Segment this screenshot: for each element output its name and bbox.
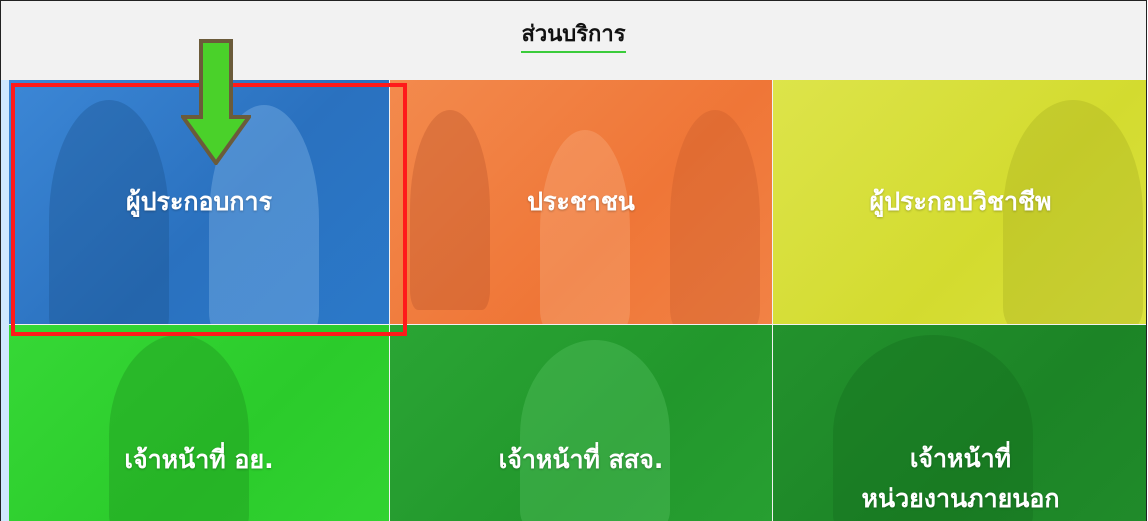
tile-provincial-health-officer-label: เจ้าหน้าที่ สสจ. [498, 444, 664, 474]
tile-public[interactable]: ประชาชน [390, 80, 772, 324]
tile-professional-label: ผู้ประกอบวิชาชีพ [869, 187, 1052, 216]
section-header: ส่วนบริการ [1, 1, 1146, 80]
tile-external-agency-officer-label: เจ้าหน้าที่ หน่วยงานภายนอก [862, 439, 1060, 519]
tile-entrepreneur[interactable]: ผู้ประกอบการ [9, 80, 389, 324]
section-title: ส่วนบริการ [521, 21, 626, 53]
tile-external-agency-officer-label-line1: เจ้าหน้าที่ [909, 443, 1012, 473]
tile-external-agency-officer-label-line2: หน่วยงานภายนอก [861, 483, 1060, 513]
tile-provincial-health-officer[interactable]: เจ้าหน้าที่ สสจ. [390, 325, 772, 521]
tile-entrepreneur-label: ผู้ประกอบการ [126, 187, 272, 216]
tile-professional[interactable]: ผู้ประกอบวิชาชีพ [773, 80, 1146, 324]
tile-external-agency-officer[interactable]: เจ้าหน้าที่ หน่วยงานภายนอก [773, 325, 1146, 521]
tile-public-label: ประชาชน [527, 187, 635, 216]
tile-fda-officer[interactable]: เจ้าหน้าที่ อย. [9, 325, 389, 521]
tile-fda-officer-label: เจ้าหน้าที่ อย. [124, 444, 274, 474]
left-edge-strip [1, 80, 9, 521]
service-section: ส่วนบริการ ผู้ประกอบการ ประชาชน ผู้ประกอ… [0, 0, 1147, 521]
